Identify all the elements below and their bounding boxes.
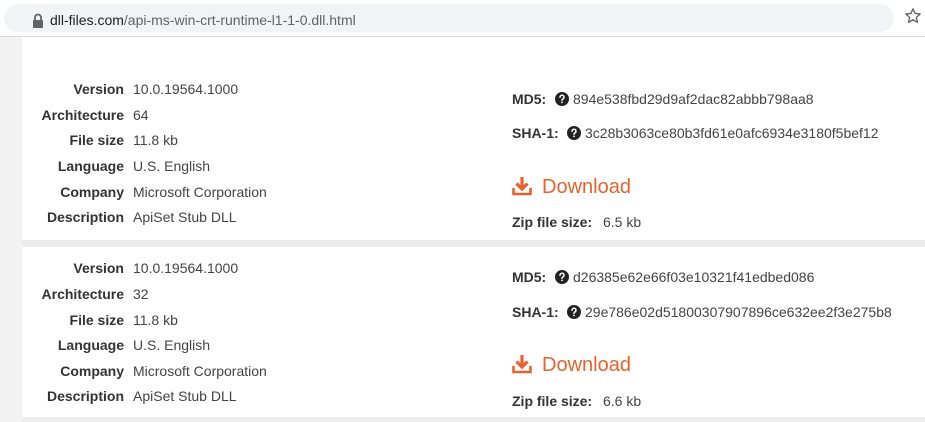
sha1-value: 29e786e02d51800307907896ce632ee2f3e275b8: [585, 304, 892, 320]
description-label: Description: [46, 209, 124, 225]
architecture-label: Architecture: [41, 107, 124, 123]
url-text[interactable]: dll-files.com/api-ms-win-crt-runtime-l1-…: [50, 11, 356, 29]
architecture-value: 32: [133, 286, 149, 302]
url-path: /api-ms-win-crt-runtime-l1-1-0.dll.html: [123, 12, 356, 28]
file-size-label: File size: [69, 312, 124, 328]
version-label: Version: [73, 81, 124, 97]
browser-toolbar: dll-files.com/api-ms-win-crt-runtime-l1-…: [0, 0, 925, 37]
file-version-card: Version 10.0.19564.1000 Architecture 64 …: [22, 37, 925, 240]
language-label: Language: [57, 158, 124, 174]
zip-file-size-label: Zip file size:: [512, 393, 593, 409]
file-size-value: 11.8 kb: [133, 132, 178, 148]
company-value: Microsoft Corporation: [133, 363, 267, 379]
md5-value: 894e538fbd29d9af2dac82abbb798aa8: [573, 91, 814, 107]
download-link[interactable]: Download: [542, 175, 631, 199]
architecture-value: 64: [133, 107, 149, 123]
star-icon[interactable]: [904, 7, 922, 25]
description-value: ApiSet Stub DLL: [133, 388, 237, 404]
page-left-margin: [0, 37, 22, 422]
md5-value: d26385e62e66f03e10321f41edbed086: [573, 269, 815, 285]
download-icon[interactable]: [512, 176, 532, 196]
question-circle-icon[interactable]: [567, 126, 581, 140]
md5-label: MD5:: [512, 91, 547, 107]
sha1-label: SHA-1:: [512, 304, 559, 320]
question-circle-icon[interactable]: [555, 92, 569, 106]
download-icon[interactable]: [512, 354, 532, 374]
browser-page: dll-files.com/api-ms-win-crt-runtime-l1-…: [0, 0, 925, 422]
address-bar[interactable]: dll-files.com/api-ms-win-crt-runtime-l1-…: [4, 4, 894, 32]
architecture-label: Architecture: [41, 286, 124, 302]
sha1-value: 3c28b3063ce80b3fd61e0afc6934e3180f5bef12: [585, 125, 879, 141]
company-label: Company: [60, 363, 124, 379]
version-value: 10.0.19564.1000: [133, 81, 239, 97]
md5-label: MD5:: [512, 269, 547, 285]
question-circle-icon[interactable]: [567, 305, 581, 319]
download-link[interactable]: Download: [542, 353, 631, 377]
url-domain: dll-files.com: [50, 12, 124, 28]
description-label: Description: [46, 388, 124, 404]
description-value: ApiSet Stub DLL: [133, 209, 237, 225]
sha1-label: SHA-1:: [512, 125, 559, 141]
file-version-card: Version 10.0.19564.1000 Architecture 32 …: [22, 247, 925, 417]
version-value: 10.0.19564.1000: [133, 260, 239, 276]
company-value: Microsoft Corporation: [133, 184, 267, 200]
card-separator: [22, 240, 925, 247]
file-size-label: File size: [69, 132, 124, 148]
question-circle-icon[interactable]: [555, 270, 569, 284]
language-label: Language: [57, 337, 124, 353]
zip-file-size-value: 6.5 kb: [603, 214, 642, 230]
card-separator: [22, 417, 925, 422]
lock-icon[interactable]: [32, 13, 44, 29]
version-label: Version: [73, 260, 124, 276]
company-label: Company: [60, 184, 124, 200]
language-value: U.S. English: [133, 337, 211, 353]
file-size-value: 11.8 kb: [133, 312, 178, 328]
zip-file-size-value: 6.6 kb: [603, 393, 642, 409]
language-value: U.S. English: [133, 158, 211, 174]
zip-file-size-label: Zip file size:: [512, 214, 593, 230]
